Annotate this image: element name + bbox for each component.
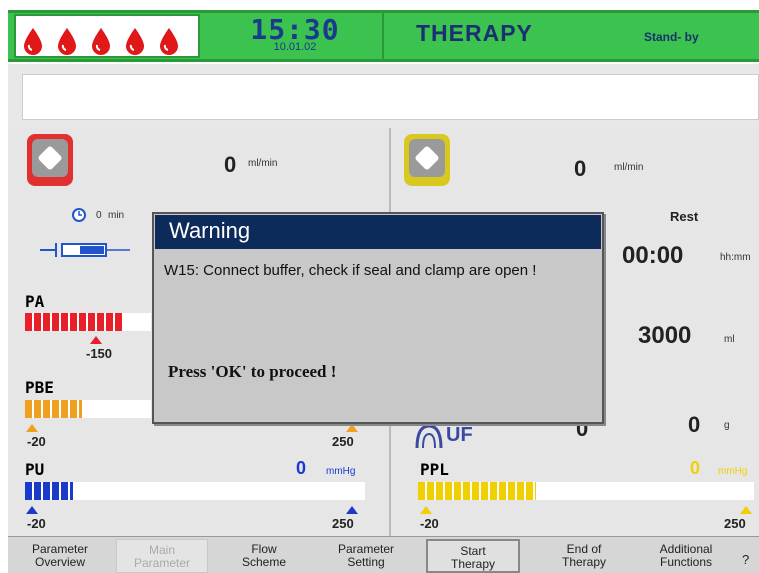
- pbe-label: PBE: [25, 378, 54, 397]
- blood-drop-icon: [160, 28, 178, 55]
- pbe-lower-limit-marker: [26, 424, 38, 432]
- ppl-upper-limit-marker: [740, 506, 752, 514]
- blood-flow-value: 0: [224, 152, 237, 177]
- nav-parameter-overview[interactable]: Parameter Overview: [14, 539, 106, 573]
- weight-value: 0: [688, 412, 701, 437]
- nav-label-line2: Functions: [659, 555, 713, 569]
- header-divider: [382, 13, 384, 59]
- timer-value: 0: [96, 210, 102, 221]
- nav-end-of-therapy[interactable]: End of Therapy: [538, 539, 630, 573]
- nav-additional-functions[interactable]: Additional Functions: [640, 539, 732, 573]
- pu-value: 0: [296, 458, 307, 478]
- warning-message: W15: Connect buffer, check if seal and c…: [164, 262, 537, 279]
- status-text: Stand- by: [644, 30, 699, 44]
- blood-drop-icon: [24, 28, 42, 55]
- help-button[interactable]: ?: [742, 552, 749, 567]
- dialysate-flow-unit: ml/min: [614, 162, 644, 173]
- nav-label-line2: Therapy: [450, 557, 496, 571]
- nav-parameter-setting[interactable]: Parameter Setting: [320, 539, 412, 573]
- uf-icon: [415, 424, 443, 449]
- syringe-icon: [40, 243, 130, 257]
- pa-bar-fill: [25, 313, 124, 331]
- pbe-upper-limit-marker: [346, 424, 358, 432]
- rest-label: Rest: [670, 209, 699, 224]
- volume-unit: ml: [724, 334, 735, 345]
- pu-label: PU: [25, 460, 45, 479]
- blood-pump-icon[interactable]: [27, 134, 73, 186]
- ppl-unit: mmHg: [718, 466, 748, 477]
- pu-bar-fill: [25, 482, 73, 500]
- pbe-bar-fill: [25, 400, 82, 418]
- pa-bar: [25, 313, 151, 331]
- pu-max-label: 250: [332, 516, 354, 531]
- timer-unit: min: [108, 210, 125, 221]
- clock-icon: [72, 208, 86, 222]
- nav-label-line2: Scheme: [241, 555, 287, 569]
- rest-time-unit: hh:mm: [720, 252, 751, 263]
- ppl-max-label: 250: [724, 516, 746, 531]
- pa-min-label: -150: [86, 346, 113, 361]
- blood-level-indicator: [14, 14, 200, 58]
- pu-upper-limit-marker: [346, 506, 358, 514]
- nav-start-therapy[interactable]: Start Therapy: [426, 539, 520, 573]
- nav-flow-scheme[interactable]: Flow Scheme: [218, 539, 310, 573]
- nav-label-line2: Parameter: [133, 556, 191, 570]
- uf-label: UF: [446, 424, 473, 446]
- pbe-max-label: 250: [332, 434, 354, 449]
- nav-label-line2: Overview: [34, 555, 85, 569]
- weight-unit: g: [724, 420, 730, 431]
- pa-lower-limit-marker: [90, 336, 102, 344]
- blood-drop-icon: [126, 28, 144, 55]
- ppl-value: 0: [690, 458, 701, 478]
- pbe-bar: [25, 400, 151, 418]
- pa-label: PA: [25, 292, 45, 311]
- dialysate-flow-value: 0: [574, 156, 587, 181]
- pu-bar: [25, 482, 365, 500]
- ppl-lower-limit-marker: [420, 506, 432, 514]
- message-box: [22, 74, 759, 120]
- warning-dialog-title: Warning: [155, 215, 601, 249]
- mode-title: THERAPY: [416, 20, 533, 46]
- pbe-min-label: -20: [27, 434, 46, 449]
- ppl-label: PPL: [420, 460, 449, 479]
- warning-hint: Press 'OK' to proceed !: [168, 362, 337, 381]
- clock-date: 10.01.02: [273, 41, 317, 53]
- dialysate-pump-icon[interactable]: [404, 134, 450, 186]
- nav-label-line2: Setting: [347, 555, 385, 569]
- pu-unit: mmHg: [326, 466, 356, 477]
- nav-label-line2: Therapy: [561, 555, 607, 569]
- blood-drop-icon: [92, 28, 110, 55]
- blood-drop-icon: [58, 28, 76, 55]
- ppl-min-label: -20: [420, 516, 439, 531]
- blood-flow-unit: ml/min: [248, 158, 278, 169]
- volume-value: 3000: [638, 322, 692, 349]
- ppl-bar: [418, 482, 754, 500]
- ppl-bar-fill: [418, 482, 536, 500]
- rest-time-value: 00:00: [622, 242, 684, 269]
- nav-main-parameter[interactable]: Main Parameter: [116, 539, 208, 573]
- pu-lower-limit-marker: [26, 506, 38, 514]
- pu-min-label: -20: [27, 516, 46, 531]
